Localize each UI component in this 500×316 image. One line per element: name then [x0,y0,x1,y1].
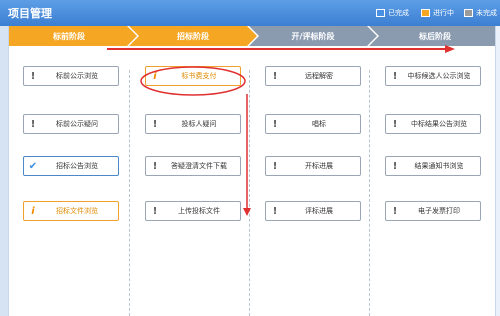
annotation-down-head [243,208,251,216]
left-strip [0,26,8,316]
legend-done: 已完成 [376,8,409,18]
legend-in-progress-swatch [421,9,430,17]
legend-done-label: 已完成 [388,9,409,17]
annotation-circle [140,66,246,96]
project-panel: 标前阶段 招标阶段 开/评标阶段 标后阶段 ! 标前公示浏览! 标前公示疑问 ✔ 招标公… [8,26,496,316]
legend-in-progress-label: 进行中 [433,9,454,17]
legend-in-progress: 进行中 [421,8,454,18]
title-bar: 项目管理 已完成 进行中 未完成 [0,0,500,26]
legend-not-done-swatch [464,9,473,17]
annotation-arrow-head [445,45,455,53]
annotation-layer [107,45,455,216]
legend-not-done: 未完成 [464,8,497,18]
page-title: 项目管理 [8,7,52,20]
legend-not-done-label: 未完成 [476,9,497,17]
legend-done-swatch [376,9,385,17]
